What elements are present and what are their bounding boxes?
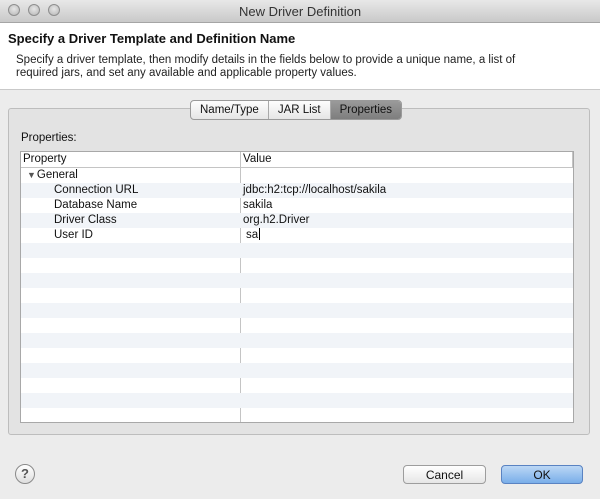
ok-button[interactable]: OK bbox=[501, 465, 583, 484]
text-cursor bbox=[259, 228, 261, 240]
empty-row bbox=[21, 363, 573, 378]
user-id-input[interactable]: sa bbox=[246, 229, 258, 241]
property-name: User ID bbox=[54, 229, 93, 241]
column-header-value[interactable]: Value bbox=[241, 152, 272, 167]
title-bar: New Driver Definition bbox=[0, 0, 600, 23]
cancel-button[interactable]: Cancel bbox=[403, 465, 486, 484]
property-name: Database Name bbox=[54, 199, 138, 211]
tab-properties[interactable]: Properties bbox=[330, 101, 402, 119]
table-row[interactable]: User ID sa bbox=[21, 228, 573, 243]
empty-row bbox=[21, 318, 573, 333]
empty-row bbox=[21, 258, 573, 273]
empty-row bbox=[21, 378, 573, 393]
properties-label: Properties: bbox=[21, 132, 77, 144]
table-row[interactable]: Connection URL jdbc:h2:tcp://localhost/s… bbox=[21, 183, 573, 198]
empty-row bbox=[21, 408, 573, 422]
tab-name-type[interactable]: Name/Type bbox=[191, 101, 269, 119]
help-icon[interactable]: ? bbox=[15, 464, 35, 484]
property-name: Driver Class bbox=[54, 214, 117, 226]
empty-row bbox=[21, 288, 573, 303]
property-name: Connection URL bbox=[54, 184, 139, 196]
property-value[interactable]: jdbc:h2:tcp://localhost/sakila bbox=[243, 183, 386, 198]
table-row[interactable]: Driver Class org.h2.Driver bbox=[21, 213, 573, 228]
column-header-property[interactable]: Property bbox=[21, 152, 66, 167]
properties-table[interactable]: Property Value ▼General Connection URL j… bbox=[20, 151, 574, 423]
property-value[interactable]: org.h2.Driver bbox=[243, 213, 309, 228]
dialog-description: Specify a driver template, then modify d… bbox=[16, 54, 516, 79]
table-row[interactable]: Database Name sakila bbox=[21, 198, 573, 213]
empty-row bbox=[21, 348, 573, 363]
empty-row bbox=[21, 393, 573, 408]
expand-triangle-icon[interactable]: ▼ bbox=[27, 168, 36, 183]
tab-bar: Name/Type JAR List Properties bbox=[190, 100, 403, 120]
dialog-header: Specify a Driver Template and Definition… bbox=[0, 23, 600, 90]
empty-row bbox=[21, 273, 573, 288]
empty-row bbox=[21, 303, 573, 318]
tab-jar-list[interactable]: JAR List bbox=[269, 101, 331, 119]
table-row-group[interactable]: ▼General bbox=[21, 168, 573, 183]
group-label: General bbox=[36, 169, 78, 181]
window-title: New Driver Definition bbox=[238, 4, 362, 19]
empty-row bbox=[21, 243, 573, 258]
empty-row bbox=[21, 333, 573, 348]
property-value[interactable]: sakila bbox=[243, 198, 272, 213]
column-divider-end bbox=[572, 152, 573, 167]
dialog-heading: Specify a Driver Template and Definition… bbox=[8, 31, 296, 46]
table-header: Property Value bbox=[21, 152, 573, 168]
